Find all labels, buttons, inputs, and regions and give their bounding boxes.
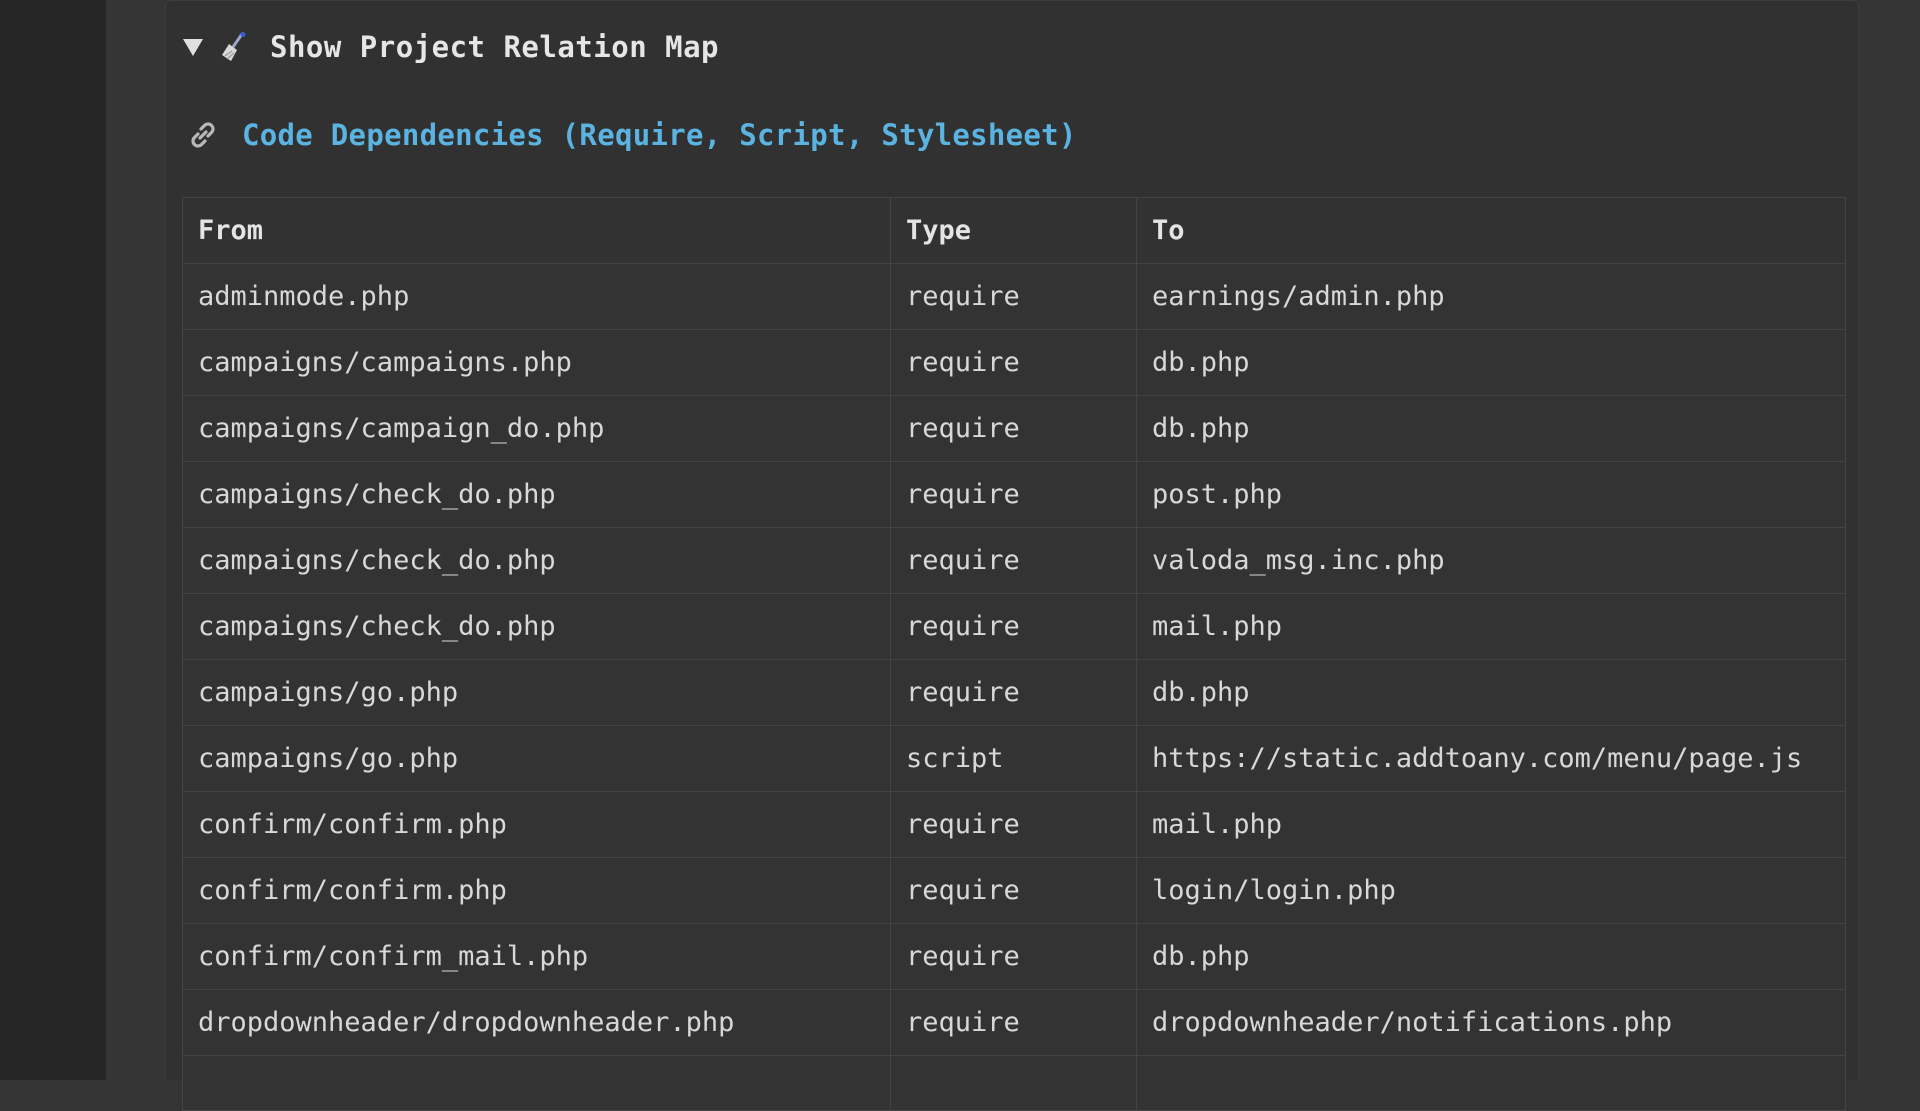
table-row: campaigns/campaigns.php require db.php (183, 329, 1845, 396)
cell-from: campaigns/go.php (183, 725, 891, 792)
table-row: dropdownheader/dropdownheader.php requir… (183, 989, 1845, 1056)
cell-from: campaigns/check_do.php (183, 461, 891, 528)
column-header-to: To (1136, 198, 1845, 264)
cell-from: campaigns/campaigns.php (183, 329, 891, 396)
cell-type: require (890, 329, 1137, 396)
cell-from: campaigns/campaign_do.php (183, 395, 891, 462)
cell-to: dropdownheader/notifications.php (1136, 989, 1845, 1056)
cell-from: confirm/confirm.php (183, 857, 891, 924)
cell-type: script (890, 725, 1137, 792)
cell-from: adminmode.php (183, 263, 891, 330)
cell-to: earnings/admin.php (1136, 263, 1845, 330)
cell-type: require (890, 659, 1137, 726)
cell-to: mail.php (1136, 791, 1845, 858)
cell-type: require (890, 857, 1137, 924)
cell-type: require (890, 593, 1137, 660)
section-title[interactable]: Code Dependencies (Require, Script, Styl… (242, 118, 1077, 152)
cell-from: campaigns/go.php (183, 659, 891, 726)
table-row: confirm/confirm_mail.php require db.php (183, 923, 1845, 990)
cell-from: campaigns/check_do.php (183, 593, 891, 660)
relation-map-label: Show Project Relation Map (270, 30, 719, 64)
table-row: confirm/confirm.php require login/login.… (183, 857, 1845, 924)
cell-type: require (890, 527, 1137, 594)
table-row: campaigns/check_do.php require valoda_ms… (183, 527, 1845, 594)
cell-to: post.php (1136, 461, 1845, 528)
cell-to: valoda_msg.inc.php (1136, 527, 1845, 594)
table-row: campaigns/check_do.php require post.php (183, 461, 1845, 528)
cell-to: db.php (1136, 329, 1845, 396)
cell-type (890, 1055, 1137, 1111)
cell-type: require (890, 263, 1137, 330)
table-row: confirm/confirm.php require mail.php (183, 791, 1845, 858)
cell-to: login/login.php (1136, 857, 1845, 924)
cell-type: require (890, 461, 1137, 528)
relation-map-toggle[interactable]: Show Project Relation Map (182, 25, 719, 69)
table-row: campaigns/go.php script https://static.a… (183, 725, 1845, 792)
cell-from: confirm/confirm.php (183, 791, 891, 858)
code-dependencies-heading: Code Dependencies (Require, Script, Styl… (186, 113, 1077, 157)
cell-from (183, 1055, 891, 1111)
cell-to (1136, 1055, 1845, 1111)
broom-icon (218, 31, 250, 63)
table-header-row: From Type To (183, 198, 1845, 264)
table-row: campaigns/check_do.php require mail.php (183, 593, 1845, 660)
column-header-from: From (183, 198, 891, 264)
cell-type: require (890, 395, 1137, 462)
left-gutter (0, 0, 106, 1080)
cell-from: dropdownheader/dropdownheader.php (183, 989, 891, 1056)
link-icon (186, 118, 220, 152)
cell-type: require (890, 923, 1137, 990)
cell-to: https://static.addtoany.com/menu/page.js (1136, 725, 1845, 792)
table-row-partial (183, 1055, 1845, 1111)
cell-to: db.php (1136, 659, 1845, 726)
cell-type: require (890, 791, 1137, 858)
cell-to: db.php (1136, 923, 1845, 990)
table-row: campaigns/campaign_do.php require db.php (183, 395, 1845, 462)
table-row: adminmode.php require earnings/admin.php (183, 263, 1845, 330)
cell-to: db.php (1136, 395, 1845, 462)
cell-to: mail.php (1136, 593, 1845, 660)
cell-from: campaigns/check_do.php (183, 527, 891, 594)
table-row: campaigns/go.php require db.php (183, 659, 1845, 726)
column-header-type: Type (890, 198, 1137, 264)
cell-type: require (890, 989, 1137, 1056)
triangle-down-icon (182, 36, 204, 58)
dependencies-table: From Type To adminmode.php require earni… (182, 197, 1846, 1111)
relation-map-panel: Show Project Relation Map Code Dependenc… (165, 0, 1859, 1111)
cell-from: confirm/confirm_mail.php (183, 923, 891, 990)
